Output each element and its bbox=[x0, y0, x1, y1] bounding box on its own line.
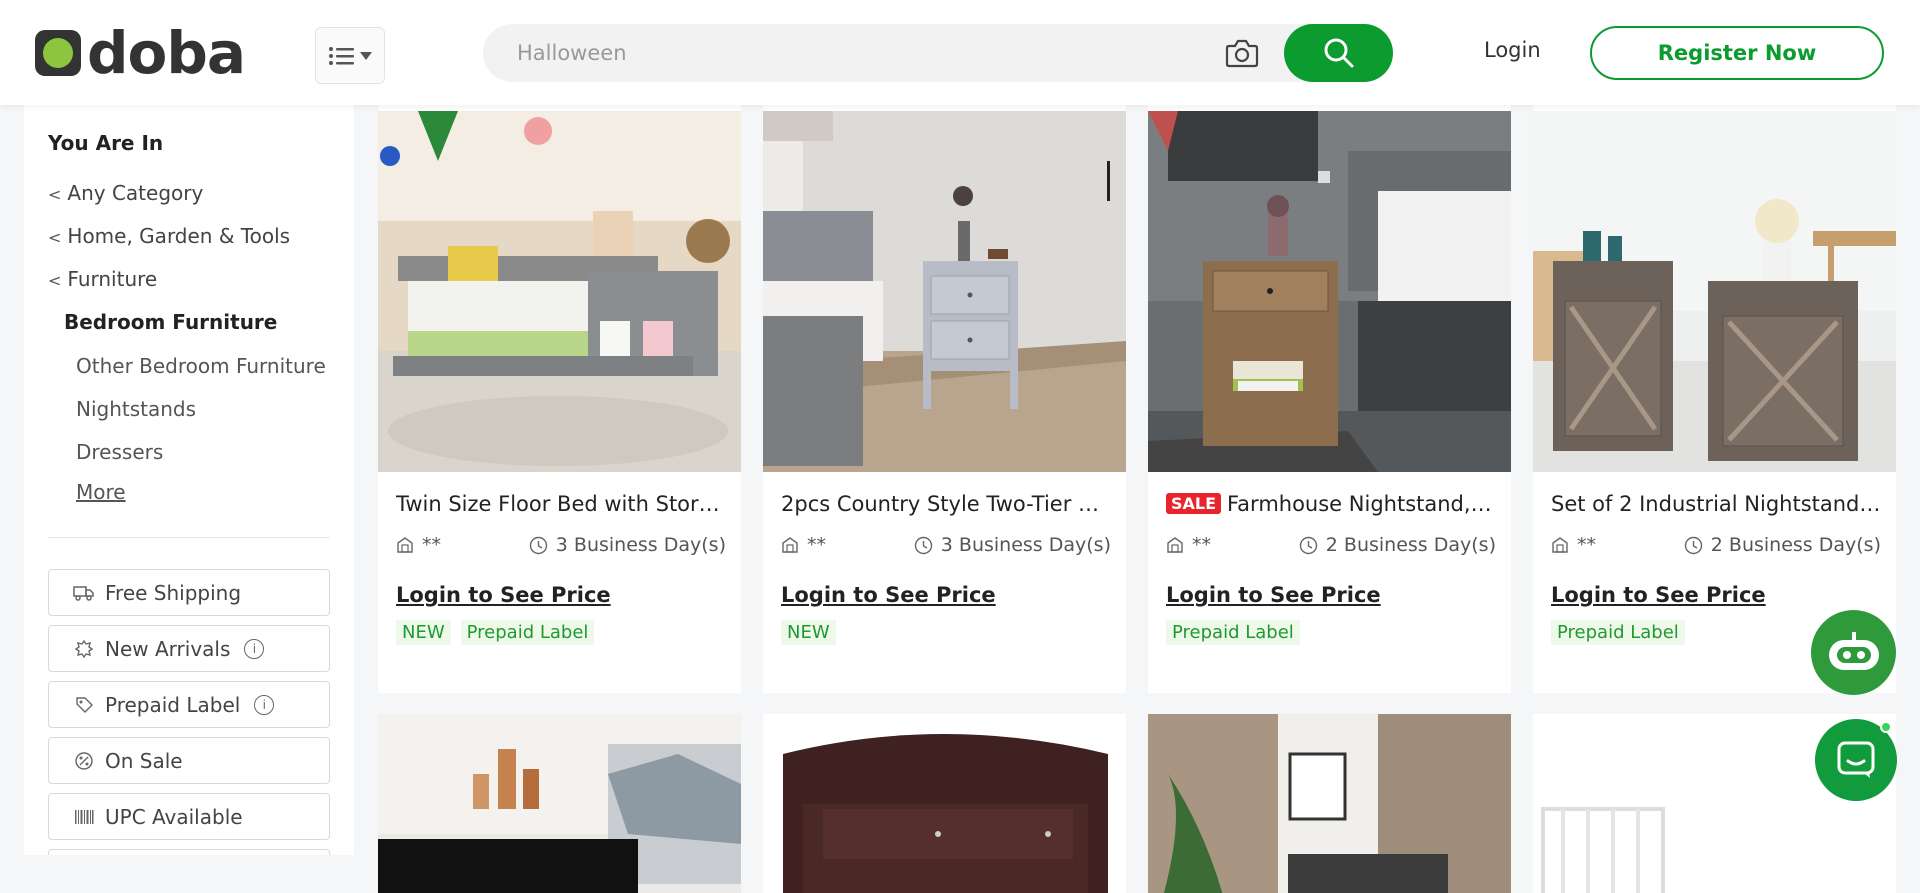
product-image[interactable] bbox=[1533, 111, 1896, 472]
product-image[interactable] bbox=[763, 714, 1126, 893]
info-icon[interactable]: i bbox=[244, 638, 265, 659]
product-tags: Prepaid Label bbox=[1166, 620, 1300, 645]
product-meta: ** 3 Business Day(s) bbox=[396, 534, 726, 556]
clock-icon bbox=[1684, 536, 1702, 554]
filter-more[interactable] bbox=[48, 849, 330, 855]
product-card[interactable]: 2pcs Country Style Two-Tier N... ** 3 Bu… bbox=[763, 111, 1126, 693]
filter-on-sale[interactable]: On Sale bbox=[48, 737, 330, 784]
search-icon bbox=[1324, 38, 1353, 68]
warehouse-icon bbox=[1552, 537, 1568, 553]
category-sidebar: You Are In < Any Category < Home, Garden &… bbox=[24, 105, 354, 855]
login-to-see-price-link[interactable]: Login to See Price bbox=[1551, 583, 1766, 607]
ai-assistant-button[interactable] bbox=[1811, 610, 1896, 695]
product-tags: NEW Prepaid Label bbox=[396, 620, 595, 645]
product-meta: ** 2 Business Day(s) bbox=[1551, 534, 1881, 556]
online-status-dot bbox=[1880, 721, 1892, 733]
chevron-left-icon: < bbox=[48, 185, 62, 204]
truck-icon bbox=[73, 582, 95, 604]
product-image[interactable] bbox=[1148, 714, 1511, 893]
breadcrumb-any-category[interactable]: < Any Category bbox=[48, 181, 203, 205]
subcategory-other-bedroom-furniture[interactable]: Other Bedroom Furniture bbox=[76, 354, 326, 378]
filter-free-shipping[interactable]: Free Shipping bbox=[48, 569, 330, 616]
product-image[interactable] bbox=[1148, 111, 1511, 472]
product-card[interactable]: Set of 2 Industrial Nightstand ... ** 2 … bbox=[1533, 111, 1896, 693]
filter-new-arrivals[interactable]: New Arrivals i bbox=[48, 625, 330, 672]
chevron-left-icon: < bbox=[48, 228, 62, 247]
caret-down-icon bbox=[360, 51, 372, 60]
more-categories-link[interactable]: More bbox=[76, 480, 126, 504]
warehouse-value: ** bbox=[1192, 534, 1211, 556]
clock-icon bbox=[914, 536, 932, 554]
warehouse-value: ** bbox=[422, 534, 441, 556]
shipping-time: 3 Business Day(s) bbox=[940, 534, 1111, 556]
search-input[interactable] bbox=[517, 24, 1237, 82]
register-now-button[interactable]: Register Now bbox=[1590, 26, 1884, 80]
product-meta: ** 3 Business Day(s) bbox=[781, 534, 1111, 556]
warehouse-icon bbox=[782, 537, 798, 553]
sale-icon bbox=[73, 750, 95, 772]
current-category: Bedroom Furniture bbox=[64, 310, 278, 334]
search-button[interactable] bbox=[1284, 24, 1393, 82]
warehouse-icon bbox=[1167, 537, 1183, 553]
chat-icon bbox=[1837, 741, 1875, 778]
info-icon[interactable]: i bbox=[254, 694, 275, 715]
new-icon bbox=[73, 638, 95, 660]
filter-upc-available[interactable]: UPC Available bbox=[48, 793, 330, 840]
divider bbox=[48, 537, 330, 538]
robot-icon bbox=[1828, 631, 1879, 670]
clock-icon bbox=[1299, 536, 1317, 554]
product-title[interactable]: Twin Size Floor Bed with Stora... bbox=[396, 492, 726, 516]
search-bar bbox=[483, 24, 1393, 82]
tag-prepaid-label: Prepaid Label bbox=[1551, 620, 1685, 645]
subcategory-dressers[interactable]: Dressers bbox=[76, 440, 163, 464]
product-card[interactable]: Twin Size Floor Bed with Stora... ** 3 B… bbox=[378, 111, 741, 693]
shipping-time: 2 Business Day(s) bbox=[1325, 534, 1496, 556]
warehouse-value: ** bbox=[807, 534, 826, 556]
product-image[interactable] bbox=[763, 111, 1126, 472]
logo-text: doba bbox=[87, 19, 246, 87]
list-icon bbox=[329, 46, 354, 65]
login-to-see-price-link[interactable]: Login to See Price bbox=[781, 583, 996, 607]
subcategory-nightstands[interactable]: Nightstands bbox=[76, 397, 196, 421]
product-title[interactable]: 2pcs Country Style Two-Tier N... bbox=[781, 492, 1111, 516]
camera-icon[interactable] bbox=[1225, 38, 1259, 68]
product-meta: ** 2 Business Day(s) bbox=[1166, 534, 1496, 556]
product-title[interactable]: Set of 2 Industrial Nightstand ... bbox=[1551, 492, 1881, 516]
site-header: doba Login Register Now bbox=[0, 0, 1920, 105]
product-title[interactable]: SALE Farmhouse Nightstand, ... bbox=[1166, 492, 1496, 516]
product-card[interactable] bbox=[378, 714, 741, 893]
filter-prepaid-label[interactable]: Prepaid Label i bbox=[48, 681, 330, 728]
tag-prepaid-label: Prepaid Label bbox=[1166, 620, 1300, 645]
product-image[interactable] bbox=[378, 111, 741, 472]
warehouse-icon bbox=[397, 537, 413, 553]
breadcrumb-home-garden-tools[interactable]: < Home, Garden & Tools bbox=[48, 224, 290, 248]
tag-prepaid-label: Prepaid Label bbox=[460, 620, 595, 645]
logo-mark-icon bbox=[35, 30, 81, 76]
login-to-see-price-link[interactable]: Login to See Price bbox=[1166, 583, 1381, 607]
shipping-time: 2 Business Day(s) bbox=[1710, 534, 1881, 556]
doba-logo[interactable]: doba bbox=[35, 19, 246, 87]
warehouse-value: ** bbox=[1577, 534, 1596, 556]
clock-icon bbox=[529, 536, 547, 554]
category-menu-button[interactable] bbox=[315, 27, 385, 84]
login-to-see-price-link[interactable]: Login to See Price bbox=[396, 583, 611, 607]
tag-new: NEW bbox=[781, 620, 836, 645]
product-image[interactable] bbox=[378, 714, 741, 893]
shipping-time: 3 Business Day(s) bbox=[555, 534, 726, 556]
tag-new: NEW bbox=[396, 620, 451, 645]
product-tags: Prepaid Label bbox=[1551, 620, 1685, 645]
label-icon bbox=[73, 694, 95, 716]
login-link[interactable]: Login bbox=[1484, 38, 1541, 62]
sale-badge: SALE bbox=[1166, 493, 1222, 514]
chevron-left-icon: < bbox=[48, 271, 62, 290]
you-are-in-heading: You Are In bbox=[48, 131, 164, 155]
product-card[interactable]: SALE Farmhouse Nightstand, ... ** 2 Busin… bbox=[1148, 111, 1511, 693]
breadcrumb-furniture[interactable]: < Furniture bbox=[48, 267, 157, 291]
product-tags: NEW bbox=[781, 620, 836, 645]
barcode-icon bbox=[73, 806, 95, 828]
product-card[interactable] bbox=[1148, 714, 1511, 893]
product-card[interactable] bbox=[763, 714, 1126, 893]
